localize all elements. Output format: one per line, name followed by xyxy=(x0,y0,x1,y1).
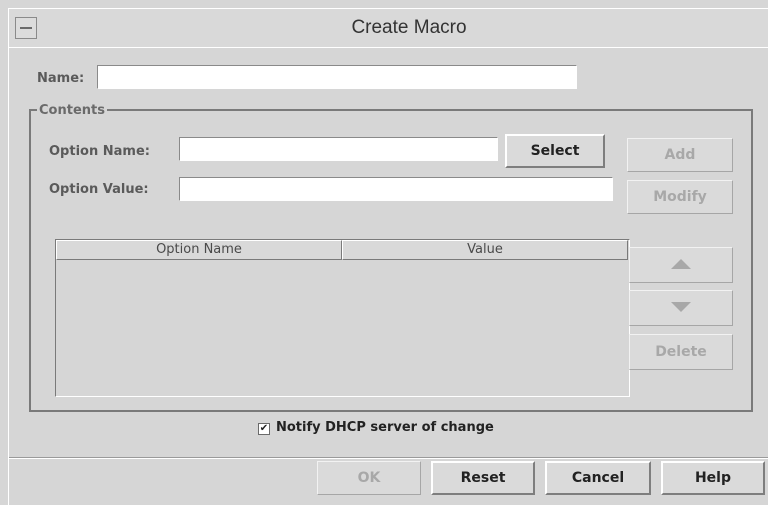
move-up-button[interactable] xyxy=(629,247,733,283)
option-value-input[interactable] xyxy=(179,177,613,201)
create-macro-window: Create Macro Name: Contents Option Name:… xyxy=(8,8,768,505)
footer-separator xyxy=(9,457,768,459)
window-title: Create Macro xyxy=(351,17,467,38)
down-arrow-icon xyxy=(671,302,691,312)
ok-button[interactable]: OK xyxy=(317,461,421,495)
name-label: Name: xyxy=(37,71,85,86)
up-arrow-icon xyxy=(671,259,691,269)
cancel-button[interactable]: Cancel xyxy=(545,461,651,495)
notify-label: Notify DHCP server of change xyxy=(276,420,494,435)
option-name-label: Option Name: xyxy=(49,144,150,159)
title-bar: Create Macro xyxy=(9,9,768,48)
modify-button[interactable]: Modify xyxy=(627,180,733,214)
reset-button[interactable]: Reset xyxy=(431,461,535,495)
add-button[interactable]: Add xyxy=(627,138,733,172)
options-table[interactable]: Option Name Value xyxy=(55,239,630,397)
window-menu-icon xyxy=(20,27,32,29)
column-header-value[interactable]: Value xyxy=(342,240,628,260)
move-down-button[interactable] xyxy=(629,290,733,326)
help-button[interactable]: Help xyxy=(661,461,765,495)
column-header-option-name[interactable]: Option Name xyxy=(56,240,342,260)
option-name-input[interactable] xyxy=(179,137,498,161)
notify-checkbox[interactable]: ✔ xyxy=(258,423,270,435)
contents-group-title: Contents xyxy=(37,103,107,118)
window-menu-button[interactable] xyxy=(15,17,37,39)
option-value-label: Option Value: xyxy=(49,182,149,197)
name-input[interactable] xyxy=(97,65,577,89)
delete-button[interactable]: Delete xyxy=(629,334,733,370)
select-button[interactable]: Select xyxy=(505,134,605,168)
